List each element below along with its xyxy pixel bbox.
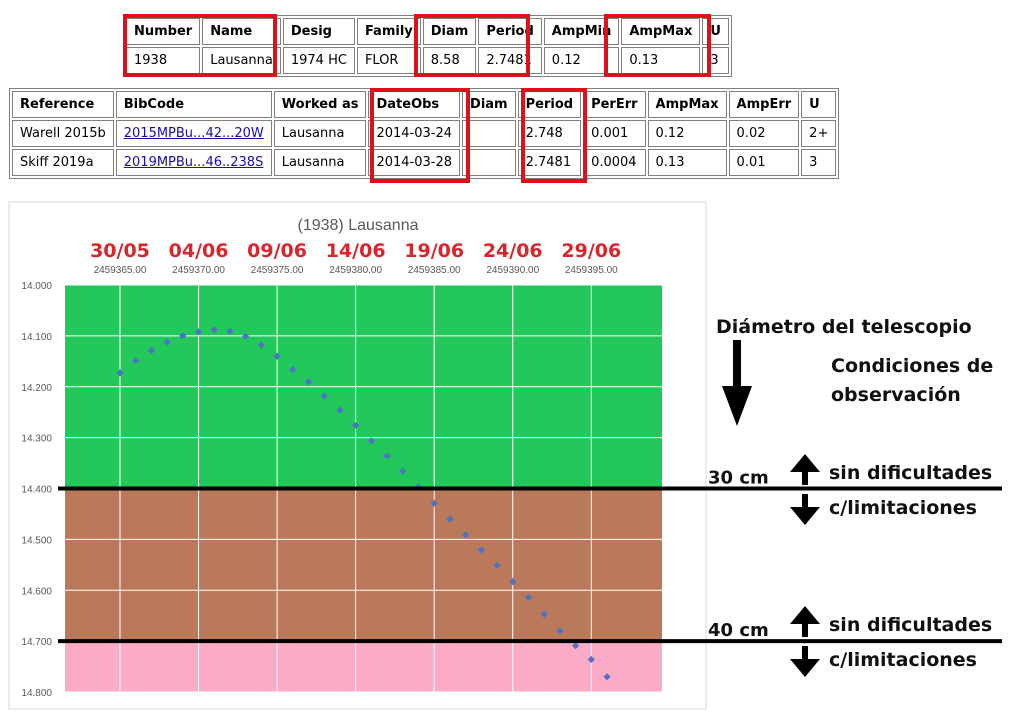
easy-label-30cm: sin dificultades (829, 462, 993, 484)
x-date-label: 30/05 (90, 240, 150, 262)
x-tick-label: 2459375.00 (251, 265, 304, 276)
threshold-label: 40 cm (708, 620, 769, 641)
y-tick-label: 14.700 (21, 637, 52, 648)
y-tick-label: 14.300 (21, 434, 52, 445)
up-arrow-icon (790, 454, 820, 485)
x-date-label: 24/06 (483, 240, 543, 262)
limited-label-30cm: c/limitaciones (829, 497, 977, 519)
conditions-label-line1: Condiciones de (831, 355, 994, 377)
magnitude-band-1 (65, 488, 662, 642)
magnitude-band-2 (65, 641, 662, 692)
x-date-label: 19/06 (404, 240, 464, 262)
x-date-label: 29/06 (561, 240, 621, 262)
x-tick-label: 2459390.00 (486, 265, 539, 276)
limited-label-40cm: c/limitaciones (829, 649, 977, 671)
telescope-diameter-label: Diámetro del telescopio (716, 316, 972, 338)
x-tick-label: 2459365.00 (94, 265, 147, 276)
telescope-down-arrow-icon (722, 340, 752, 426)
down-arrow-icon (790, 646, 820, 677)
x-date-label: 09/06 (247, 240, 307, 262)
chart-title: (1938) Lausanna (298, 217, 419, 234)
y-tick-label: 14.500 (21, 535, 52, 546)
x-tick-label: 2459385.00 (408, 265, 461, 276)
y-tick-label: 14.000 (21, 281, 52, 292)
x-tick-label: 2459395.00 (565, 265, 618, 276)
x-date-label: 14/06 (326, 240, 386, 262)
x-tick-label: 2459370.00 (172, 265, 225, 276)
y-tick-label: 14.200 (21, 383, 52, 394)
down-arrow-icon (790, 494, 820, 525)
x-date-label: 04/06 (169, 240, 229, 262)
y-tick-label: 14.400 (21, 485, 52, 496)
y-tick-label: 14.800 (21, 688, 52, 699)
y-tick-label: 14.100 (21, 332, 52, 343)
threshold-label: 30 cm (708, 468, 769, 489)
up-arrow-icon (790, 606, 820, 637)
easy-label-40cm: sin dificultades (829, 614, 993, 636)
y-tick-label: 14.600 (21, 586, 52, 597)
x-tick-label: 2459380.00 (329, 265, 382, 276)
conditions-label-line2: observación (831, 384, 961, 406)
